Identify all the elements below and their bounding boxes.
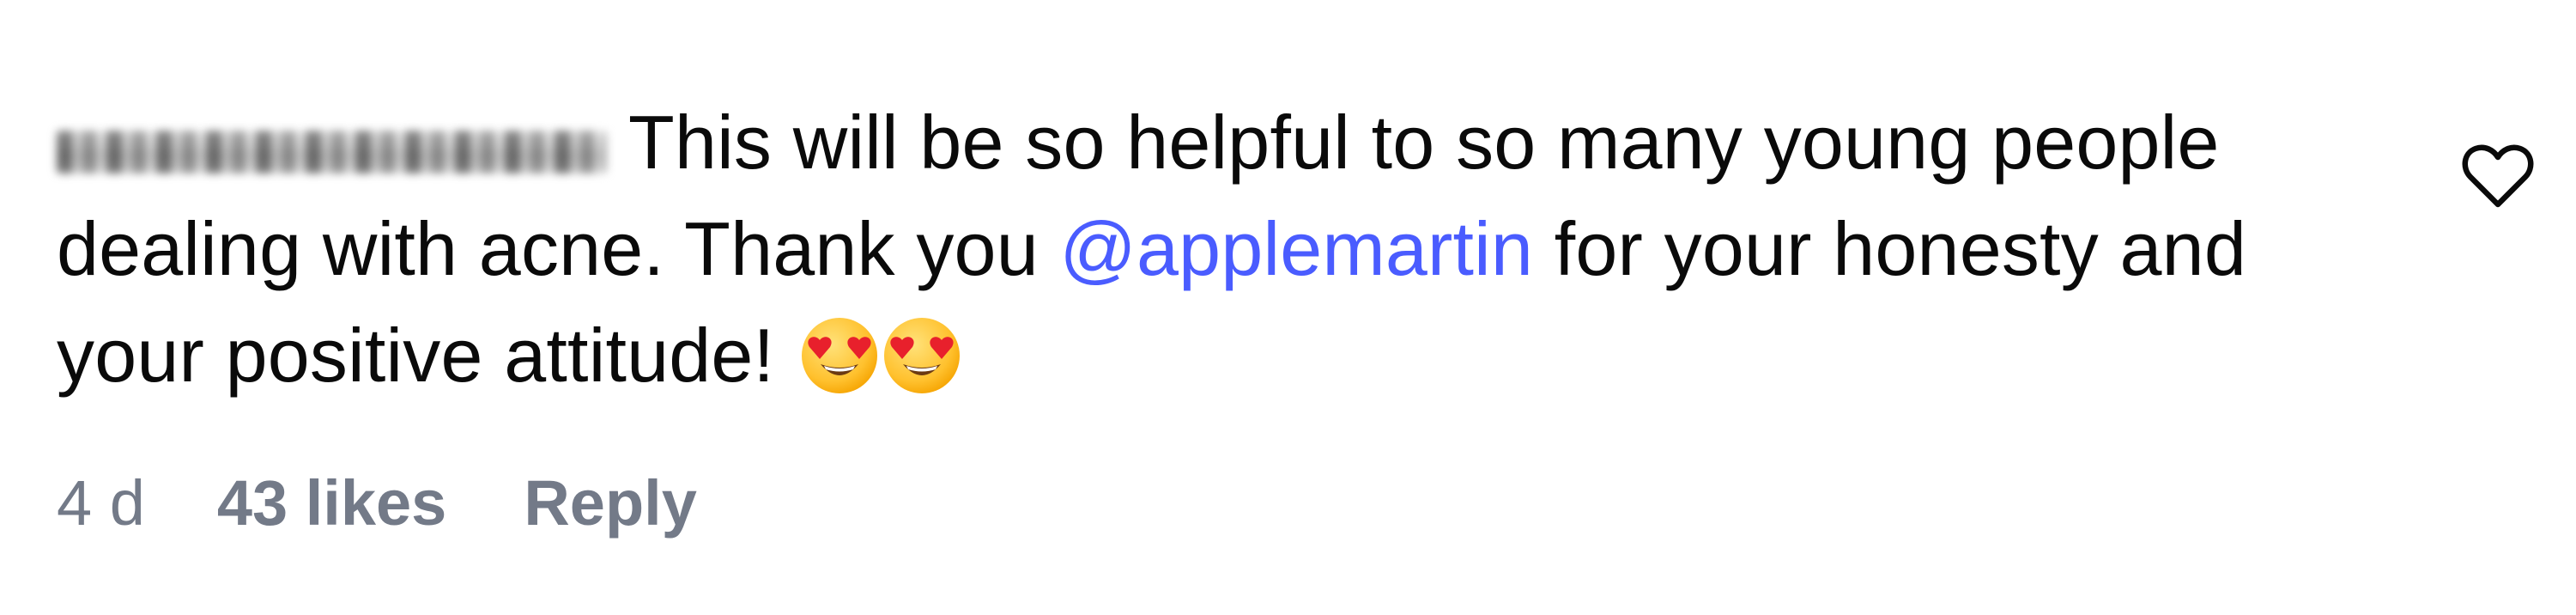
emoji-group [800, 313, 965, 398]
likes-count[interactable]: 43 likes [217, 466, 446, 539]
comment-body: usernameThis will be so helpful to so ma… [57, 89, 2391, 409]
comment-timestamp[interactable]: 4 d [57, 466, 145, 539]
comment-meta: 4 d 43 likes Reply [57, 466, 697, 539]
like-button[interactable] [2462, 143, 2534, 210]
reply-button[interactable]: Reply [524, 466, 697, 539]
comment: usernameThis will be so helpful to so ma… [0, 0, 2576, 615]
username-blurred[interactable]: username [57, 131, 606, 174]
heart-eyes-emoji-icon [800, 316, 879, 395]
heart-eyes-emoji-icon [882, 316, 961, 395]
mention-link[interactable]: @applemartin [1060, 206, 1534, 291]
heart-outline-icon [2462, 143, 2534, 210]
